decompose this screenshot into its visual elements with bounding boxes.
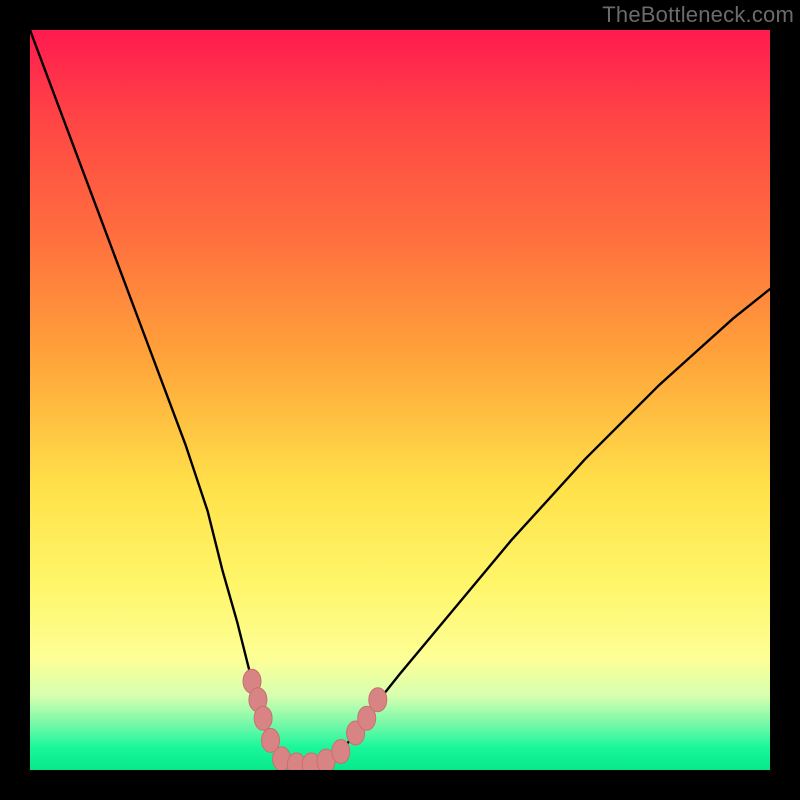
marker-point bbox=[332, 740, 350, 764]
bottleneck-curve bbox=[30, 30, 770, 766]
curve-layer bbox=[30, 30, 770, 770]
chart-frame: TheBottleneck.com bbox=[0, 0, 800, 800]
watermark-text: TheBottleneck.com bbox=[602, 2, 794, 28]
marker-point bbox=[369, 688, 387, 712]
plot-area bbox=[30, 30, 770, 770]
marker-point bbox=[254, 706, 272, 730]
markers-group bbox=[243, 669, 387, 770]
